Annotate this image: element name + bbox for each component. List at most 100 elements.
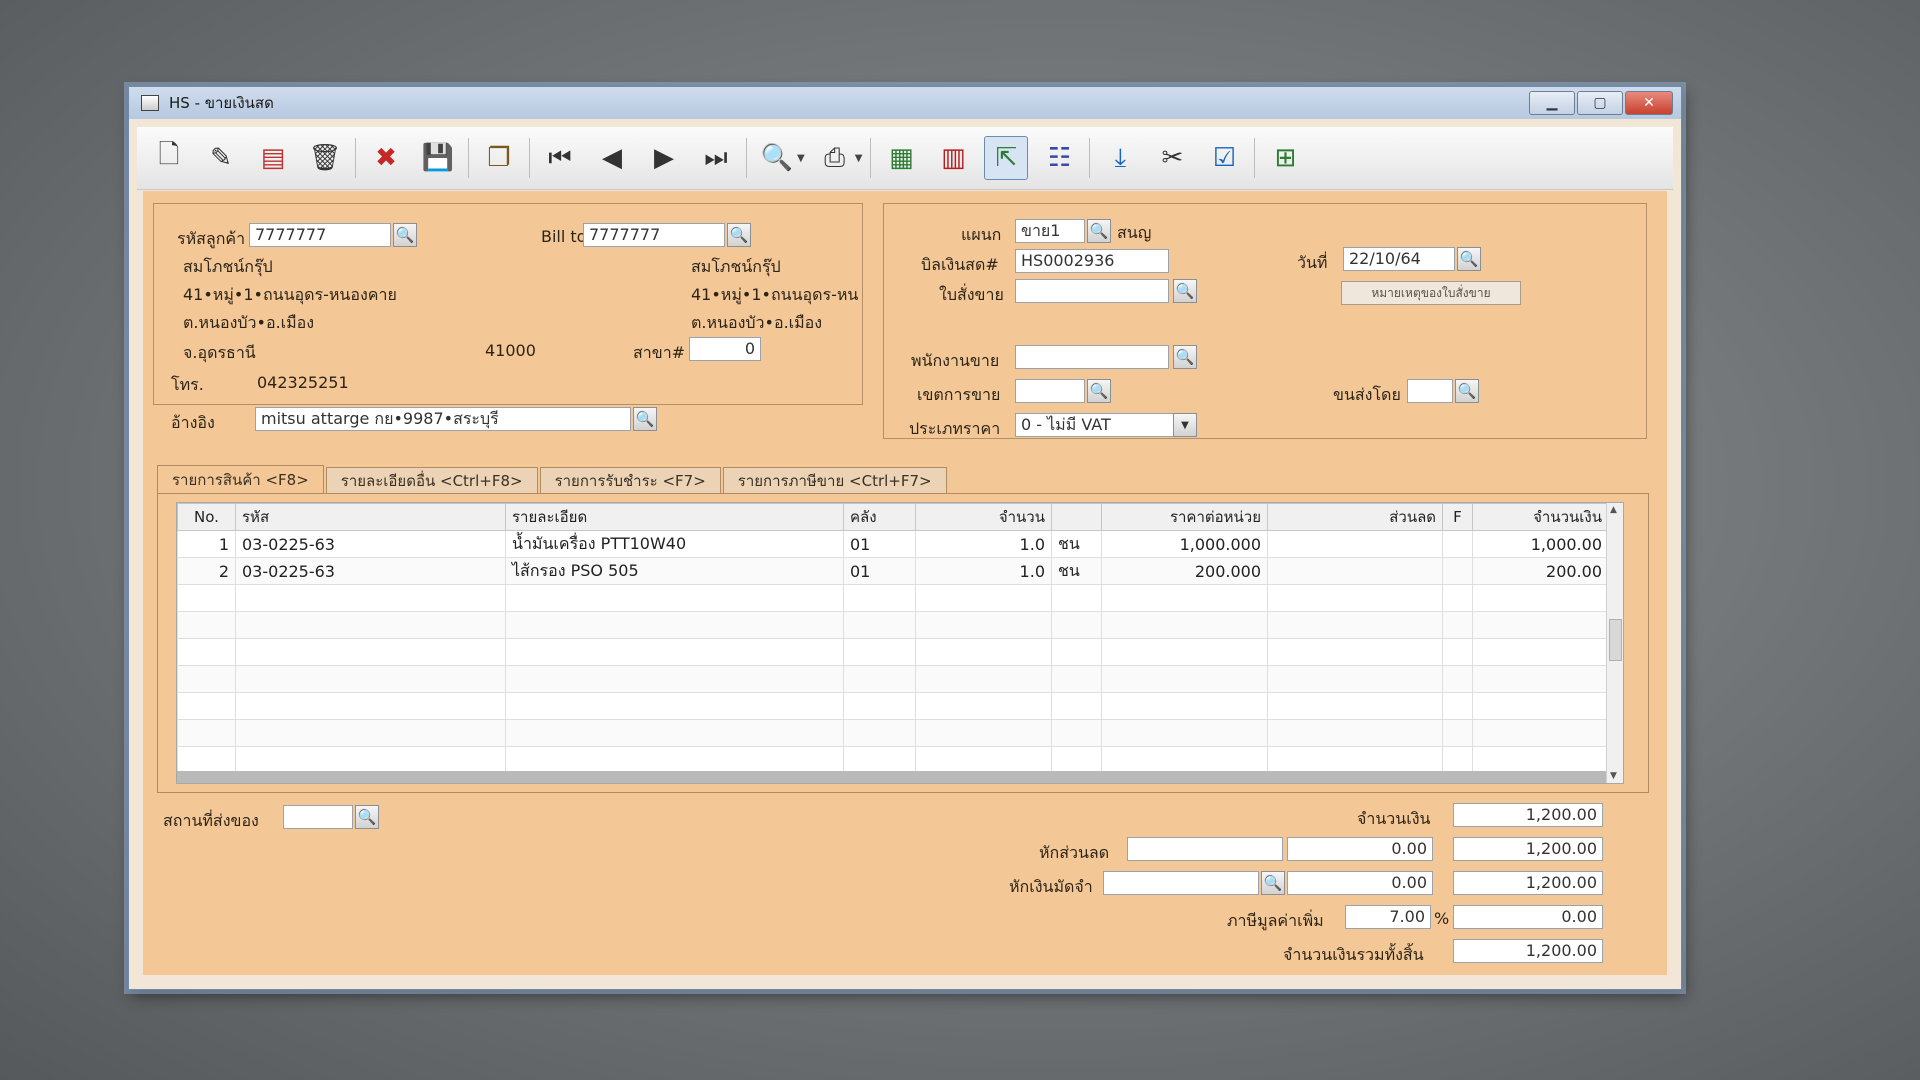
- order-input[interactable]: [1015, 279, 1169, 303]
- maximize-button[interactable]: ▢: [1577, 91, 1623, 115]
- title-bar[interactable]: HS - ขายเงินสด ▁ ▢ ✕: [129, 87, 1681, 119]
- vat-rate-input[interactable]: 7.00: [1345, 905, 1431, 929]
- tab-other-details[interactable]: รายละเอียดอื่น <Ctrl+F8>: [325, 467, 538, 494]
- row-warehouse[interactable]: 01: [843, 557, 916, 585]
- row-warehouse[interactable]: 01: [843, 530, 916, 558]
- empty-row[interactable]: [177, 611, 1609, 639]
- col-quantity[interactable]: จำนวน: [915, 503, 1052, 531]
- tab-items[interactable]: รายการสินค้า <F8>: [157, 465, 324, 494]
- row-code[interactable]: 03-0225-63: [235, 530, 506, 558]
- ship-search-icon[interactable]: 🔍: [1455, 379, 1479, 403]
- tab-sales-tax[interactable]: รายการภาษีขาย <Ctrl+F7>: [722, 467, 947, 494]
- row-description[interactable]: น้ำมันเครื่อง PTT10W40: [505, 530, 844, 558]
- cancel-icon[interactable]: ✖: [365, 137, 407, 179]
- horizontal-scrollbar[interactable]: [177, 771, 1607, 783]
- tools-icon[interactable]: ✂: [1151, 137, 1193, 179]
- delivery-place-search-icon[interactable]: 🔍: [355, 805, 379, 829]
- col-description[interactable]: รายละเอียด: [505, 503, 844, 531]
- print-dropdown-icon[interactable]: ▼: [855, 153, 863, 164]
- copy-icon[interactable]: ❐: [478, 137, 520, 179]
- find-icon[interactable]: 🔍: [756, 137, 798, 179]
- col-no[interactable]: No.: [177, 503, 236, 531]
- table-row[interactable]: 1 03-0225-63 น้ำมันเครื่อง PTT10W40 01 1…: [177, 530, 1609, 558]
- empty-row[interactable]: [177, 692, 1609, 720]
- row-flag[interactable]: [1442, 530, 1473, 558]
- ref-search-icon[interactable]: 🔍: [633, 407, 657, 431]
- row-unit-price[interactable]: 1,000.000: [1101, 530, 1268, 558]
- empty-row[interactable]: [177, 746, 1609, 774]
- col-unit[interactable]: [1051, 503, 1102, 531]
- dept-input[interactable]: ขาย1: [1015, 219, 1085, 243]
- close-button[interactable]: ✕: [1625, 91, 1673, 115]
- date-input[interactable]: 22/10/64: [1343, 247, 1455, 271]
- col-flag[interactable]: F: [1442, 503, 1473, 531]
- vertical-scrollbar[interactable]: ▲ ▼: [1606, 503, 1623, 783]
- next-icon[interactable]: ▶: [643, 137, 685, 179]
- deposit-input[interactable]: 0.00: [1287, 871, 1433, 895]
- void-icon[interactable]: ▤: [252, 137, 294, 179]
- area-input[interactable]: [1015, 379, 1085, 403]
- ok-icon[interactable]: ☑: [1203, 137, 1245, 179]
- row-quantity[interactable]: 1.0: [915, 530, 1052, 558]
- ship-input[interactable]: [1407, 379, 1453, 403]
- approve-icon[interactable]: ⤓: [1099, 137, 1141, 179]
- row-discount[interactable]: [1267, 557, 1443, 585]
- empty-row[interactable]: [177, 638, 1609, 666]
- row-unit-price[interactable]: 200.000: [1101, 557, 1268, 585]
- register-icon[interactable]: ▥: [932, 137, 974, 179]
- discount-code-input[interactable]: [1127, 837, 1283, 861]
- edit-icon[interactable]: ✎: [200, 137, 242, 179]
- last-icon[interactable]: ⏭: [695, 137, 737, 179]
- tab-payments[interactable]: รายการรับชำระ <F7>: [539, 467, 721, 494]
- delivery-place-input[interactable]: [283, 805, 353, 829]
- customer-search-icon[interactable]: 🔍: [393, 223, 417, 247]
- deposit-code-input[interactable]: [1103, 871, 1259, 895]
- ref-input[interactable]: mitsu attarge กย•9987•สระบุรี: [255, 407, 631, 431]
- empty-row[interactable]: [177, 719, 1609, 747]
- col-warehouse[interactable]: คลัง: [843, 503, 916, 531]
- scroll-down-icon[interactable]: ▼: [1610, 771, 1617, 781]
- find-dropdown-icon[interactable]: ▼: [797, 153, 805, 164]
- price-type-select[interactable]: 0 - ไม่มี VAT: [1015, 413, 1195, 437]
- empty-row[interactable]: [177, 584, 1609, 612]
- scroll-thumb[interactable]: [1609, 619, 1622, 661]
- print-icon[interactable]: ⎙: [814, 137, 856, 179]
- billto-search-icon[interactable]: 🔍: [727, 223, 751, 247]
- minimize-button[interactable]: ▁: [1529, 91, 1575, 115]
- col-amount[interactable]: จำนวนเงิน: [1472, 503, 1609, 531]
- row-discount[interactable]: [1267, 530, 1443, 558]
- gift-icon[interactable]: ⊞: [1264, 137, 1306, 179]
- discount-input[interactable]: 0.00: [1287, 837, 1433, 861]
- row-code[interactable]: 03-0225-63: [235, 557, 506, 585]
- customer-code-input[interactable]: 7777777: [249, 223, 391, 247]
- items-grid[interactable]: No. รหัส รายละเอียด คลัง จำนวน ราคาต่อหน…: [176, 502, 1624, 784]
- billto-code-input[interactable]: 7777777: [583, 223, 725, 247]
- dept-search-icon[interactable]: 🔍: [1087, 219, 1111, 243]
- calc-icon[interactable]: ▦: [880, 137, 922, 179]
- date-picker-icon[interactable]: 🔍: [1457, 247, 1481, 271]
- branch-input[interactable]: 0: [689, 337, 761, 361]
- save-icon[interactable]: 💾: [417, 137, 459, 179]
- order-search-icon[interactable]: 🔍: [1173, 279, 1197, 303]
- checkout-icon[interactable]: ⇱: [984, 136, 1029, 180]
- sales-input[interactable]: [1015, 345, 1169, 369]
- row-quantity[interactable]: 1.0: [915, 557, 1052, 585]
- order-note-button[interactable]: หมายเหตุของใบสั่งขาย: [1341, 281, 1521, 305]
- col-discount[interactable]: ส่วนลด: [1267, 503, 1443, 531]
- col-unit-price[interactable]: ราคาต่อหน่วย: [1101, 503, 1268, 531]
- bill-number-input[interactable]: HS0002936: [1015, 249, 1169, 273]
- col-code[interactable]: รหัส: [235, 503, 506, 531]
- prev-icon[interactable]: ◀: [591, 137, 633, 179]
- report-icon[interactable]: ☷: [1038, 137, 1080, 179]
- trash-icon[interactable]: 🗑: [304, 137, 346, 179]
- row-flag[interactable]: [1442, 557, 1473, 585]
- sales-search-icon[interactable]: 🔍: [1173, 345, 1197, 369]
- empty-row[interactable]: [177, 665, 1609, 693]
- deposit-search-icon[interactable]: 🔍: [1261, 871, 1285, 895]
- first-icon[interactable]: ⏮: [539, 137, 581, 179]
- row-description[interactable]: ไส้กรอง PSO 505: [505, 557, 844, 585]
- new-doc-icon[interactable]: 🗋: [148, 137, 190, 179]
- chevron-down-icon[interactable]: ▼: [1173, 413, 1197, 437]
- table-row[interactable]: 2 03-0225-63 ไส้กรอง PSO 505 01 1.0 ชน 2…: [177, 557, 1609, 585]
- scroll-up-icon[interactable]: ▲: [1610, 505, 1617, 515]
